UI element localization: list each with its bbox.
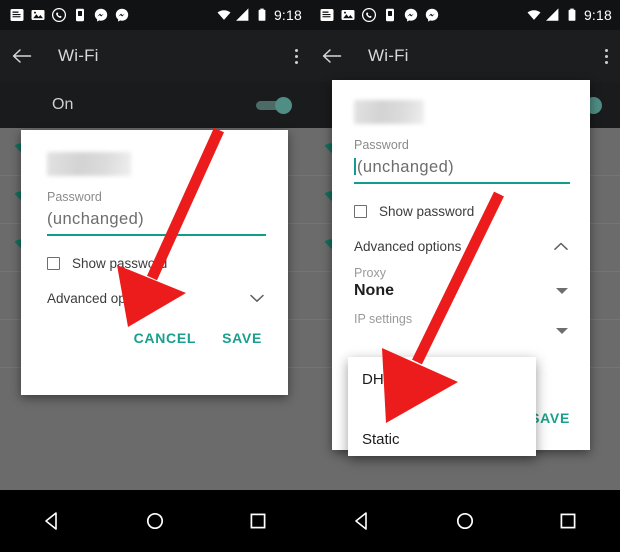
chevron-down-icon[interactable]: [556, 328, 568, 334]
navigation-bar: [310, 490, 620, 552]
news-icon: [10, 9, 24, 21]
recents-square-icon[interactable]: [557, 510, 579, 532]
chevron-down-icon[interactable]: [250, 294, 264, 303]
screenshot-left-panel: 9:18 Wi-Fi On Password (unchanged) Show …: [0, 0, 310, 552]
photo-icon: [31, 10, 45, 20]
news-icon: [320, 9, 334, 21]
battery-icon: [258, 8, 266, 21]
network-ssid-blurred: [47, 152, 131, 176]
dropdown-option-static[interactable]: Static: [362, 431, 536, 448]
password-field[interactable]: (unchanged): [47, 210, 266, 236]
dialog-actions: CANCEL SAVE: [41, 330, 262, 346]
proxy-value: None: [354, 282, 394, 299]
proxy-setting[interactable]: Proxy None: [354, 266, 568, 300]
wifi-icon: [217, 10, 231, 20]
status-bar-notification-icons: [320, 8, 439, 22]
cellular-signal-icon: [235, 8, 249, 21]
back-arrow-icon[interactable]: [322, 48, 342, 64]
overflow-menu-icon[interactable]: [295, 48, 298, 64]
messenger-icon: [115, 8, 129, 22]
save-button[interactable]: SAVE: [222, 330, 262, 346]
back-triangle-icon[interactable]: [41, 510, 63, 532]
messenger-icon: [404, 8, 418, 22]
wifi-toggle-row[interactable]: On: [0, 82, 310, 128]
show-password-checkbox[interactable]: [354, 205, 367, 218]
password-value: (unchanged): [47, 210, 145, 228]
show-password-checkbox[interactable]: [47, 257, 60, 270]
status-bar-system-icons: 9:18: [217, 7, 302, 23]
wifi-icon: [527, 10, 541, 20]
show-password-label: Show password: [72, 256, 168, 271]
sim-icon: [76, 8, 84, 22]
wifi-toggle-label: On: [52, 96, 74, 113]
home-circle-icon[interactable]: [144, 510, 166, 532]
network-ssid-blurred: [354, 100, 424, 124]
ip-settings-dropdown: DHCP Static: [348, 357, 536, 456]
password-label: Password: [47, 190, 102, 204]
show-password-row[interactable]: Show password: [47, 256, 268, 271]
save-button[interactable]: SAVE: [530, 410, 570, 426]
advanced-options-row[interactable]: Advanced options: [47, 291, 264, 306]
status-bar-system-icons: 9:18: [527, 7, 612, 23]
text-cursor: [354, 158, 356, 175]
sim-icon: [386, 8, 394, 22]
status-bar-clock: 9:18: [273, 7, 302, 23]
password-value: (unchanged): [357, 158, 455, 176]
battery-icon: [568, 8, 576, 21]
app-bar: Wi-Fi: [0, 30, 310, 82]
cellular-signal-icon: [545, 8, 559, 21]
ip-settings-label: IP settings: [354, 312, 413, 326]
home-circle-icon[interactable]: [454, 510, 476, 532]
show-password-label: Show password: [379, 204, 475, 219]
status-bar: 9:18: [310, 0, 620, 30]
whatsapp-icon: [362, 8, 376, 22]
dropdown-option-dhcp[interactable]: DHCP: [362, 371, 536, 388]
advanced-options-row[interactable]: Advanced options: [354, 239, 568, 254]
photo-icon: [341, 10, 355, 20]
ip-settings-setting[interactable]: IP settings: [354, 312, 568, 334]
page-title: Wi-Fi: [58, 46, 99, 65]
app-bar: Wi-Fi: [310, 30, 620, 82]
back-arrow-icon[interactable]: [12, 48, 32, 64]
page-title: Wi-Fi: [368, 46, 409, 65]
show-password-row[interactable]: Show password: [354, 204, 572, 219]
status-bar-notification-icons: [10, 8, 129, 22]
chevron-up-icon[interactable]: [554, 242, 568, 251]
screenshot-root: 9:18 Wi-Fi On Password (unchanged) Show …: [0, 0, 620, 552]
back-triangle-icon[interactable]: [351, 510, 373, 532]
advanced-options-label: Advanced options: [47, 291, 155, 306]
messenger-icon: [94, 8, 108, 22]
wifi-toggle-switch[interactable]: [256, 97, 292, 114]
chevron-down-icon[interactable]: [556, 288, 568, 294]
proxy-label: Proxy: [354, 266, 386, 280]
messenger-icon: [425, 8, 439, 22]
status-bar: 9:18: [0, 0, 310, 30]
whatsapp-icon: [52, 8, 66, 22]
cancel-button[interactable]: CANCEL: [134, 330, 197, 346]
wifi-password-dialog: Password (unchanged) Show password Advan…: [21, 130, 288, 395]
navigation-bar: [0, 490, 310, 552]
password-label: Password: [354, 138, 409, 152]
advanced-options-label: Advanced options: [354, 239, 462, 254]
password-field[interactable]: (unchanged): [354, 158, 570, 184]
status-bar-clock: 9:18: [583, 7, 612, 23]
overflow-menu-icon[interactable]: [605, 48, 608, 64]
recents-square-icon[interactable]: [247, 510, 269, 532]
